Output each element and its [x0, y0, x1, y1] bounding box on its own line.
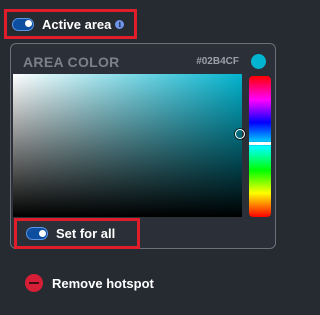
saturation-brightness-picker[interactable] [13, 74, 245, 217]
hotspot-settings: Active area i AREA COLOR #02B4CF Set for… [0, 0, 290, 315]
hue-slider[interactable] [249, 76, 271, 217]
panel-title: AREA COLOR [23, 54, 120, 70]
hex-value[interactable]: #02B4CF [196, 56, 239, 67]
active-area-label: Active area [42, 16, 112, 32]
color-swatch [251, 54, 266, 69]
active-area-row[interactable]: Active area i [4, 9, 137, 39]
remove-hotspot-label: Remove hotspot [52, 275, 154, 291]
active-area-toggle[interactable] [12, 17, 34, 31]
hue-slider-handle[interactable] [249, 142, 271, 145]
info-icon[interactable]: i [115, 19, 125, 29]
area-color-panel: AREA COLOR #02B4CF Set for all [10, 43, 276, 249]
set-for-all-label: Set for all [56, 226, 116, 241]
minus-circle-icon [25, 274, 43, 292]
remove-hotspot-button[interactable]: Remove hotspot [25, 274, 154, 292]
set-for-all-row[interactable]: Set for all [14, 218, 140, 249]
picker-handle[interactable] [235, 129, 245, 139]
set-for-all-toggle[interactable] [26, 227, 48, 240]
